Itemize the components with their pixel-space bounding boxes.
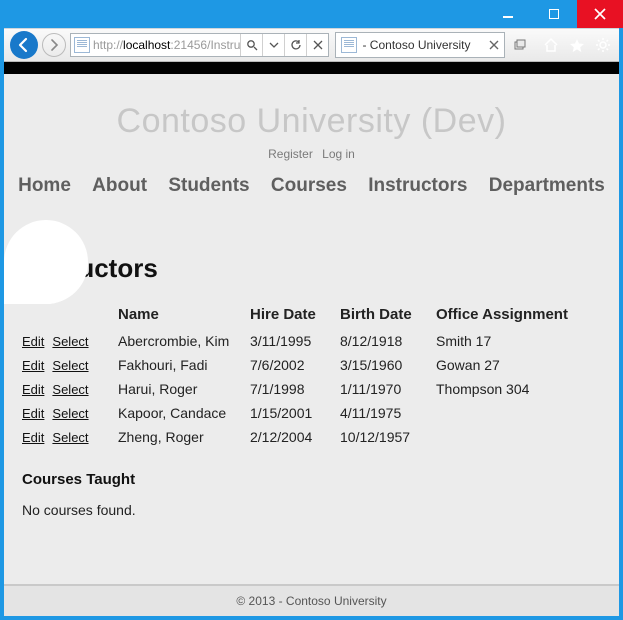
row-actions: Edit Select [22, 401, 118, 425]
tab-title: - Contoso University [362, 38, 484, 52]
select-link[interactable]: Select [52, 382, 88, 397]
nav-courses[interactable]: Courses [271, 175, 347, 196]
instructors-table: Name Hire Date Birth Date Office Assignm… [22, 302, 601, 449]
cell-hire: 3/11/1995 [250, 329, 340, 353]
refresh-icon[interactable] [284, 34, 306, 56]
page-heading: Instructors [22, 253, 601, 284]
edit-link[interactable]: Edit [22, 358, 44, 373]
page-footer: © 2013 - Contoso University [4, 584, 619, 616]
new-tab-button[interactable] [509, 34, 531, 56]
register-link[interactable]: Register [268, 147, 313, 161]
site-title: Contoso University (Dev) [4, 102, 619, 141]
nav-departments[interactable]: Departments [489, 175, 605, 196]
nav-instructors[interactable]: Instructors [368, 175, 467, 196]
toolbar-right-icons [541, 35, 613, 55]
nav-home[interactable]: Home [18, 175, 71, 196]
window-minimize-button[interactable] [485, 0, 531, 28]
select-link[interactable]: Select [52, 406, 88, 421]
cell-name: Fakhouri, Fadi [118, 353, 250, 377]
auth-links: Register Log in [4, 147, 619, 161]
table-row: Edit Select Zheng, Roger2/12/200410/12/195… [22, 425, 601, 449]
cell-birth: 1/11/1970 [340, 377, 436, 401]
select-link[interactable]: Select [52, 358, 88, 373]
home-icon[interactable] [541, 35, 561, 55]
tab-page-icon [341, 37, 357, 53]
nav-students[interactable]: Students [168, 175, 249, 196]
cell-office [436, 401, 601, 425]
edit-link[interactable]: Edit [22, 430, 44, 445]
window-titlebar [0, 0, 623, 28]
search-icon[interactable] [240, 34, 262, 56]
page-body: Instructors Name Hire Date Birth Date Of… [4, 197, 619, 518]
top-black-bar [4, 62, 619, 74]
cell-birth: 8/12/1918 [340, 329, 436, 353]
select-link[interactable]: Select [52, 430, 88, 445]
tools-icon[interactable] [593, 35, 613, 55]
col-birth: Birth Date [340, 302, 436, 329]
select-link[interactable]: Select [52, 334, 88, 349]
tab-close-button[interactable] [484, 40, 504, 50]
window-close-button[interactable] [577, 0, 623, 28]
edit-link[interactable]: Edit [22, 382, 44, 397]
browser-window: http://localhost:21456/Instru - Contoso … [0, 0, 623, 620]
cell-hire: 7/6/2002 [250, 353, 340, 377]
favorites-icon[interactable] [567, 35, 587, 55]
cell-hire: 1/15/2001 [250, 401, 340, 425]
url-text: http://localhost:21456/Instru [93, 38, 240, 52]
address-bar[interactable]: http://localhost:21456/Instru [70, 33, 329, 57]
cell-office [436, 425, 601, 449]
cell-name: Zheng, Roger [118, 425, 250, 449]
row-actions: Edit Select [22, 353, 118, 377]
cell-birth: 3/15/1960 [340, 353, 436, 377]
footer-text: © 2013 - Contoso University [236, 594, 386, 608]
actions-header [22, 302, 118, 329]
row-actions: Edit Select [22, 425, 118, 449]
nav-back-button[interactable] [10, 31, 38, 59]
table-row: Edit Select Harui, Roger7/1/19981/11/1970T… [22, 377, 601, 401]
address-bar-buttons [240, 34, 328, 56]
cell-name: Kapoor, Candace [118, 401, 250, 425]
cell-hire: 2/12/2004 [250, 425, 340, 449]
courses-heading: Courses Taught [22, 471, 601, 488]
window-maximize-button[interactable] [531, 0, 577, 28]
col-office: Office Assignment [436, 302, 601, 329]
site-banner: Contoso University (Dev) Register Log in… [4, 74, 619, 197]
main-nav: Home About Students Courses Instructors … [4, 175, 619, 197]
login-link[interactable]: Log in [322, 147, 355, 161]
nav-about[interactable]: About [92, 175, 147, 196]
row-actions: Edit Select [22, 329, 118, 353]
table-header-row: Name Hire Date Birth Date Office Assignm… [22, 302, 601, 329]
row-actions: Edit Select [22, 377, 118, 401]
page-content: Contoso University (Dev) Register Log in… [4, 74, 619, 616]
edit-link[interactable]: Edit [22, 334, 44, 349]
cell-birth: 4/11/1975 [340, 401, 436, 425]
col-hire: Hire Date [250, 302, 340, 329]
cell-office: Smith 17 [436, 329, 601, 353]
dropdown-icon[interactable] [262, 34, 284, 56]
cell-birth: 10/12/1957 [340, 425, 436, 449]
table-row: Edit Select Abercrombie, Kim3/11/19958/12/… [22, 329, 601, 353]
table-row: Edit Select Fakhouri, Fadi7/6/20023/15/196… [22, 353, 601, 377]
browser-tab[interactable]: - Contoso University [335, 32, 505, 58]
browser-toolbar: http://localhost:21456/Instru - Contoso … [4, 28, 619, 62]
cell-name: Abercrombie, Kim [118, 329, 250, 353]
cell-office: Gowan 27 [436, 353, 601, 377]
table-row: Edit Select Kapoor, Candace1/15/20014/11/1… [22, 401, 601, 425]
page-icon [74, 37, 90, 53]
stop-icon[interactable] [306, 34, 328, 56]
cell-hire: 7/1/1998 [250, 377, 340, 401]
no-courses-message: No courses found. [22, 502, 601, 518]
viewport-frame: Contoso University (Dev) Register Log in… [0, 62, 623, 620]
nav-forward-button[interactable] [42, 33, 66, 57]
cell-office: Thompson 304 [436, 377, 601, 401]
page-viewport: Contoso University (Dev) Register Log in… [4, 62, 619, 616]
edit-link[interactable]: Edit [22, 406, 44, 421]
cell-name: Harui, Roger [118, 377, 250, 401]
col-name: Name [118, 302, 250, 329]
